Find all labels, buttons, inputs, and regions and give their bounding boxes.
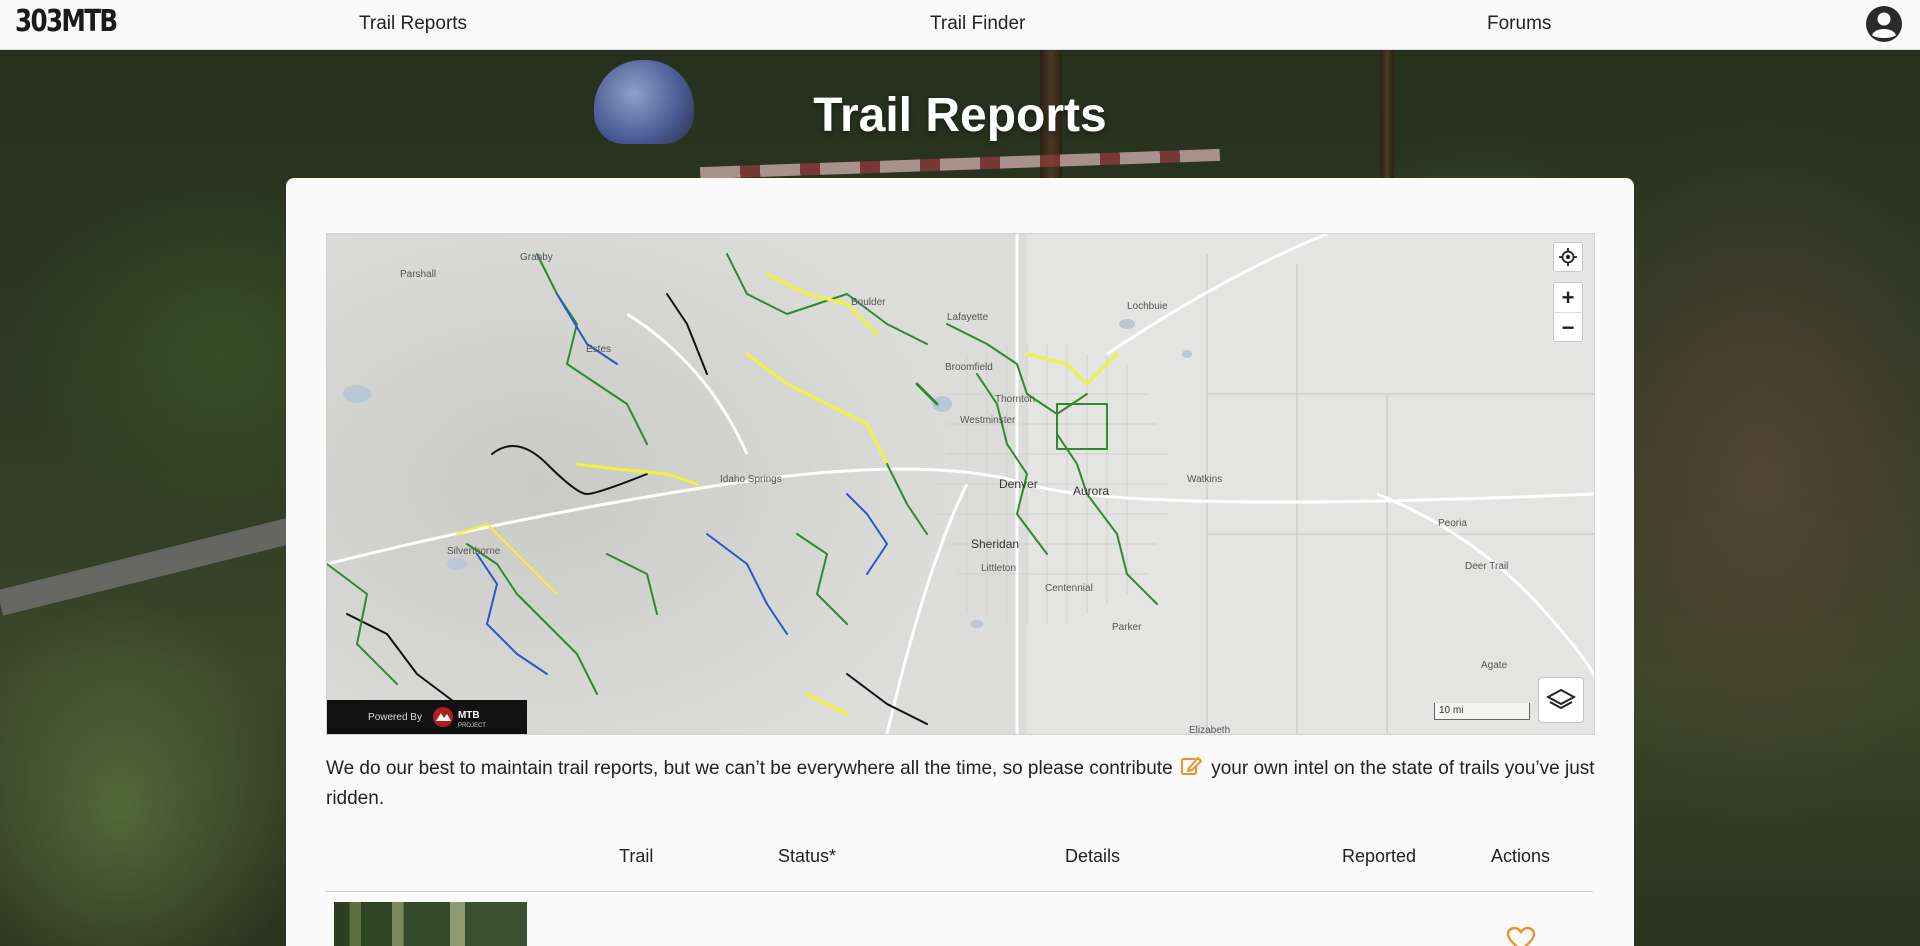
heart-outline-icon[interactable] — [1506, 926, 1536, 946]
column-header-actions: Actions — [1491, 846, 1551, 866]
zoom-out-button[interactable]: − — [1554, 312, 1582, 342]
map-place-label: Deer Trail — [1465, 561, 1509, 572]
map-place-label: Estes — [586, 344, 612, 355]
nav-trail-reports[interactable]: Trail Reports — [359, 13, 467, 35]
site-logo[interactable]: 303MTB — [15, 4, 118, 39]
powered-by-label: Powered By — [368, 711, 422, 723]
map-place-label: Watkins — [1187, 474, 1223, 485]
map-place-label: Centennial — [1045, 583, 1093, 594]
mtb-project-logo: MTB PROJECT — [432, 705, 486, 729]
map-place-label: Parshall — [400, 269, 437, 280]
map-basemap — [327, 234, 1594, 734]
powered-by-mtb-project[interactable]: Powered By MTB PROJECT — [327, 700, 527, 734]
column-header-status[interactable]: Status* — [778, 846, 836, 867]
mtb-project-name: MTB — [457, 710, 480, 721]
nav-forums[interactable]: Forums — [1487, 13, 1551, 35]
map-place-label: Lafayette — [947, 312, 989, 323]
map-place-label: Thornton — [995, 394, 1036, 405]
description-text-before: We do our best to maintain trail reports… — [326, 758, 1178, 779]
map-place-label: Granby — [520, 252, 553, 263]
map-place-label: Sheridan — [971, 537, 1020, 551]
contribute-description: We do our best to maintain trail reports… — [326, 754, 1596, 814]
map-place-label: Parker — [1112, 622, 1142, 633]
map-place-label: Broomfield — [945, 362, 993, 373]
map-place-label: Silverthorne — [447, 546, 501, 557]
map-place-label: Aurora — [1073, 484, 1110, 498]
zoom-controls: + − — [1553, 282, 1583, 342]
map-place-label: Lochbuie — [1127, 301, 1168, 312]
locate-target-icon-glyph — [1559, 248, 1577, 266]
top-navigation-bar: 303MTB Trail Reports Trail Finder Forums — [0, 0, 1920, 50]
locate-target-icon[interactable] — [1553, 242, 1583, 272]
zoom-in-button[interactable]: + — [1554, 283, 1582, 312]
mtb-project-emblem-icon — [432, 707, 453, 727]
map-place-label: Peoria — [1438, 518, 1467, 529]
map-place-label: Elizabeth — [1189, 725, 1231, 735]
column-header-reported[interactable]: Reported — [1342, 846, 1416, 867]
edit-pencil-icon[interactable] — [1180, 755, 1202, 777]
map-place-label: Denver — [999, 477, 1038, 491]
trail-map[interactable]: Parshall Granby Boulder Lafayette Lochbu… — [326, 233, 1595, 735]
layers-icon — [1546, 688, 1576, 710]
table-header-divider — [326, 891, 1593, 892]
map-place-label: Agate — [1481, 660, 1508, 671]
page-title: Trail Reports — [813, 89, 1107, 142]
map-scale-bar: 10 mi — [1434, 703, 1530, 720]
column-header-details[interactable]: Details — [1065, 846, 1120, 867]
mtb-project-sub: PROJECT — [457, 723, 486, 729]
column-header-trail[interactable]: Trail — [619, 846, 653, 867]
account-circle-icon[interactable] — [1865, 5, 1903, 43]
map-place-label: Boulder — [851, 297, 886, 308]
nav-trail-finder[interactable]: Trail Finder — [930, 13, 1025, 35]
map-place-label: Westminster — [960, 415, 1016, 426]
map-place-label: Littleton — [981, 563, 1017, 574]
map-place-label: Idaho Springs — [720, 474, 782, 485]
layers-button[interactable] — [1538, 677, 1584, 723]
trail-thumbnail-image[interactable] — [334, 902, 527, 946]
